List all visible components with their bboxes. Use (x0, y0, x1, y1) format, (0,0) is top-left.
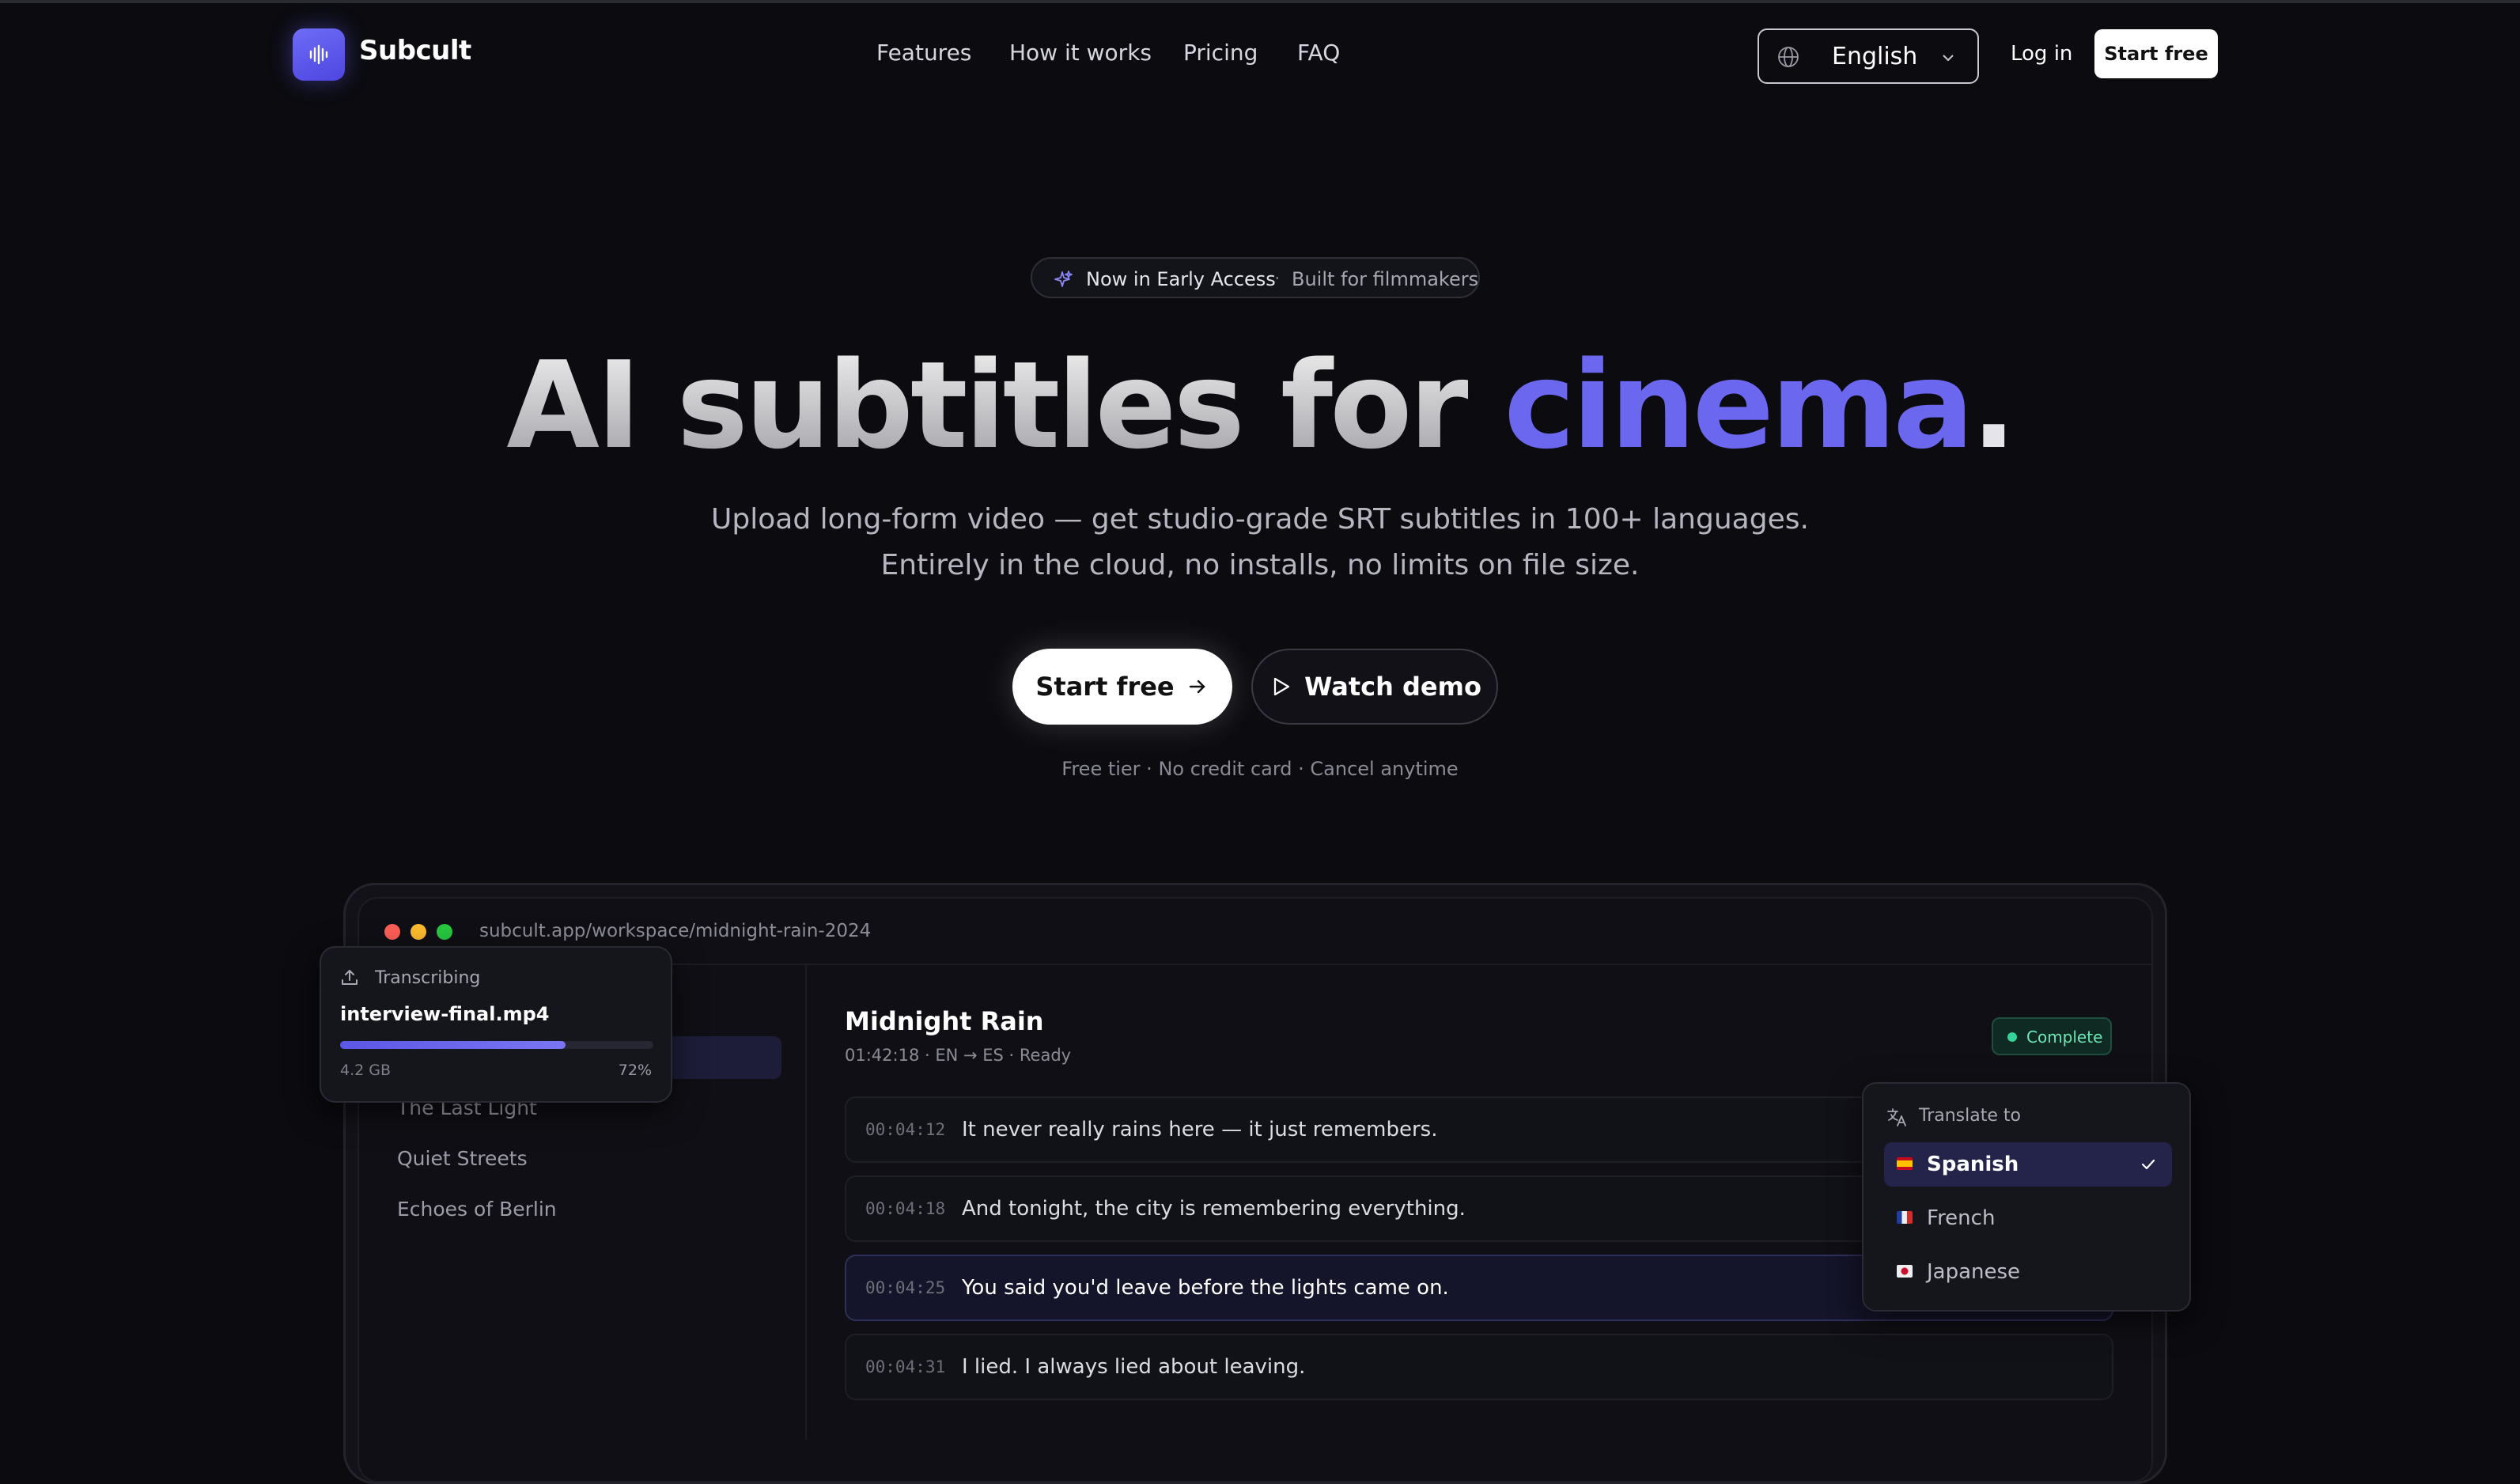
sidebar-divider (805, 965, 807, 1440)
translate-option-japanese[interactable]: Japanese (1884, 1250, 2172, 1294)
early-access-pill: Now in Early Access · Built for filmmake… (1031, 257, 1480, 298)
nav-pricing[interactable]: Pricing (1183, 40, 1258, 66)
translate-icon (1887, 1108, 1906, 1126)
headline-accent: cinema (1504, 335, 1973, 475)
hero-subtitle-line-1: Upload long-form video — get studio-grad… (711, 503, 1809, 536)
project-meta: 01:42:18 · EN → ES · Ready (845, 1046, 1072, 1065)
start-free-label: Start free (1035, 672, 1175, 702)
option-label: Japanese (1927, 1260, 2021, 1284)
window-maximize-dot (437, 924, 452, 940)
progress-fill (340, 1041, 566, 1049)
headline-plain: AI subtitles for (506, 335, 1504, 475)
transcribing-label: Transcribing (375, 968, 481, 988)
window-minimize-dot (411, 924, 426, 940)
pill-separator: · (1274, 267, 1281, 290)
logo-icon[interactable] (293, 28, 345, 81)
window-close-dot (384, 924, 400, 940)
transcribing-filename: interview-final.mp4 (340, 1003, 550, 1025)
top-border (0, 0, 2520, 3)
nav-how-it-works[interactable]: How it works (1009, 40, 1152, 66)
arrow-right-icon (1189, 680, 1205, 694)
pill-primary-text: Now in Early Access (1086, 268, 1276, 290)
play-icon (1273, 677, 1290, 696)
upload-icon (342, 970, 358, 985)
headline-period: . (1970, 335, 2017, 475)
nav-features[interactable]: Features (876, 40, 971, 66)
option-label: Spanish (1927, 1153, 2019, 1176)
subtitle-text: And tonight, the city is remembering eve… (962, 1197, 1466, 1221)
watch-demo-button[interactable]: Watch demo (1251, 649, 1498, 725)
subtitle-timestamp: 00:04:18 (865, 1199, 946, 1218)
japan-flag-icon (1897, 1265, 1913, 1278)
subtitle-line[interactable]: 00:04:31 I lied. I always lied about lea… (845, 1334, 2113, 1400)
translate-heading: Translate to (1919, 1106, 2021, 1126)
project-title: Midnight Rain (845, 1006, 1044, 1036)
progress-percent: 72% (618, 1062, 652, 1079)
subtitle-text: It never really rains here — it just rem… (962, 1118, 1438, 1141)
language-label: English (1832, 43, 1918, 70)
header-start-free-button[interactable]: Start free (2094, 29, 2218, 78)
status-badge: Complete (1992, 1017, 2112, 1055)
app-url: subcult.app/workspace/midnight-rain-2024 (479, 921, 872, 941)
watch-demo-label: Watch demo (1304, 672, 1481, 702)
subtitle-timestamp: 00:04:31 (865, 1357, 946, 1376)
hero-fineprint: Free tier · No credit card · Cancel anyt… (1061, 758, 1459, 780)
option-label: French (1927, 1206, 1996, 1230)
transcribing-card: Transcribing interview-final.mp4 4.2 GB … (320, 946, 672, 1103)
spain-flag-icon (1897, 1157, 1913, 1170)
nav-faq[interactable]: FAQ (1297, 40, 1340, 66)
chevron-down-icon (1943, 55, 1954, 62)
translate-dropdown: Translate to Spanish French Japanese (1862, 1082, 2191, 1312)
translate-option-french[interactable]: French (1884, 1196, 2172, 1240)
subtitle-text: You said you'd leave before the lights c… (962, 1276, 1449, 1300)
translate-option-spanish[interactable]: Spanish (1884, 1142, 2172, 1187)
sidebar-item-quiet-streets[interactable]: Quiet Streets (397, 1147, 528, 1170)
progress-track (340, 1041, 653, 1049)
subtitle-timestamp: 00:04:12 (865, 1120, 946, 1139)
login-link[interactable]: Log in (2011, 42, 2072, 66)
file-size: 4.2 GB (340, 1062, 392, 1079)
pill-secondary-text: Built for filmmakers (1292, 268, 1479, 290)
hero-subtitle-line-2: Entirely in the cloud, no installs, no l… (880, 549, 1640, 581)
hero-headline: AI subtitles for cinema. (0, 335, 2520, 475)
hero-start-free-button[interactable]: Start free (1012, 649, 1232, 725)
sidebar-item-echoes-of-berlin[interactable]: Echoes of Berlin (397, 1198, 557, 1221)
check-icon (2141, 1159, 2155, 1170)
status-dot (2007, 1032, 2017, 1042)
sparkles-icon (1054, 271, 1073, 287)
language-select[interactable]: English (1758, 28, 1979, 84)
status-label: Complete (2026, 1028, 2103, 1047)
globe-icon (1778, 47, 1799, 67)
brand-name[interactable]: Subcult (359, 35, 471, 66)
france-flag-icon (1897, 1211, 1913, 1224)
subtitle-text: I lied. I always lied about leaving. (962, 1355, 1306, 1379)
subtitle-timestamp: 00:04:25 (865, 1278, 946, 1297)
